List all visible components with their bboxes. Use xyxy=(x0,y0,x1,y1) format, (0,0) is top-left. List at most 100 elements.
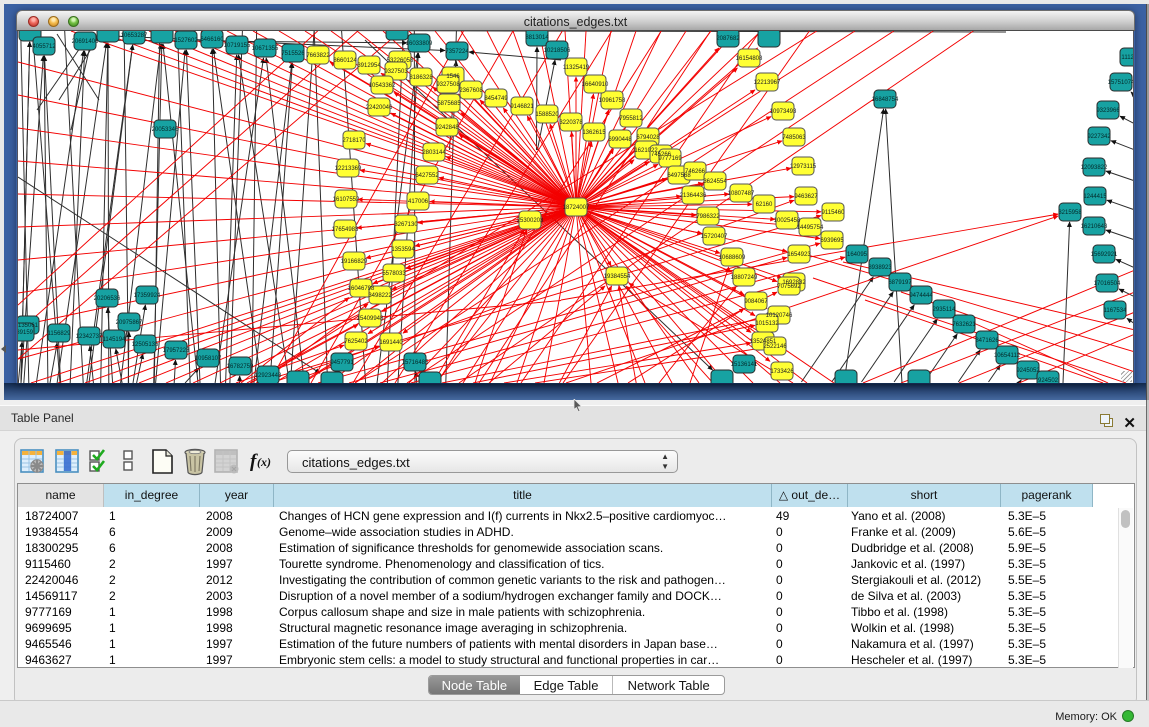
svg-text:6879197: 6879197 xyxy=(888,280,912,286)
svg-text:2522146: 2522146 xyxy=(763,344,787,350)
svg-text:15751074: 15751074 xyxy=(1108,80,1134,86)
svg-text:10719155: 10719155 xyxy=(224,43,251,49)
svg-text:3624554: 3624554 xyxy=(703,179,727,185)
svg-text:8660124: 8660124 xyxy=(333,58,357,64)
svg-text:12093822: 12093822 xyxy=(1081,165,1108,171)
svg-text:20053346: 20053346 xyxy=(152,127,179,133)
svg-text:8471626: 8471626 xyxy=(975,338,999,344)
svg-text:1733426: 1733426 xyxy=(770,369,794,375)
svg-text:9327508: 9327508 xyxy=(436,82,460,88)
svg-text:15720407: 15720407 xyxy=(701,234,728,240)
svg-text:9323966: 9323966 xyxy=(1096,108,1120,114)
svg-text:1015132: 1015132 xyxy=(755,321,779,327)
svg-text:6990448: 6990448 xyxy=(608,137,632,143)
svg-text:17654983: 17654983 xyxy=(332,227,359,233)
svg-text:417006: 417006 xyxy=(408,199,429,205)
svg-text:12342737: 12342737 xyxy=(76,334,103,340)
svg-text:5578033: 5578033 xyxy=(382,271,406,277)
svg-text:339159: 339159 xyxy=(18,330,34,336)
svg-text:12505135: 12505135 xyxy=(132,342,159,348)
svg-text:10654112: 10654112 xyxy=(994,353,1021,359)
svg-text:3220378: 3220378 xyxy=(559,120,583,126)
svg-text:16848754: 16848754 xyxy=(872,97,899,103)
svg-text:17957223: 17957223 xyxy=(163,348,190,354)
svg-text:7986322: 7986322 xyxy=(696,214,720,220)
svg-text:16154808: 16154808 xyxy=(736,56,763,62)
svg-text:20975867: 20975867 xyxy=(116,320,143,326)
svg-text:7075692: 7075692 xyxy=(777,284,801,290)
svg-text:7625402: 7625402 xyxy=(344,339,368,345)
svg-text:9457791: 9457791 xyxy=(330,360,354,366)
svg-text:10688609: 10688609 xyxy=(719,255,746,261)
svg-text:135061: 135061 xyxy=(18,323,39,329)
svg-text:10961758: 10961758 xyxy=(599,98,626,104)
svg-text:1654923: 1654923 xyxy=(787,252,811,258)
svg-text:9242848: 9242848 xyxy=(435,125,459,131)
svg-text:(x): (x) xyxy=(257,455,271,469)
svg-text:9115460: 9115460 xyxy=(822,210,846,216)
svg-text:7515526: 7515526 xyxy=(281,51,305,57)
svg-text:7485063: 7485063 xyxy=(782,135,806,141)
svg-text:6466160: 6466160 xyxy=(200,37,224,43)
svg-text:19166829: 19166829 xyxy=(341,259,368,265)
svg-text:1167534: 1167534 xyxy=(1104,308,1128,314)
svg-text:2087682: 2087682 xyxy=(716,36,740,42)
svg-text:8186328: 8186328 xyxy=(409,75,433,81)
svg-text:18724007: 18724007 xyxy=(563,205,590,211)
svg-text:16210643: 16210643 xyxy=(1081,224,1108,230)
svg-text:1588520: 1588520 xyxy=(535,112,559,118)
svg-text:1527602: 1527602 xyxy=(174,38,198,44)
svg-text:15692921: 15692921 xyxy=(1091,252,1118,258)
svg-text:8813014: 8813014 xyxy=(525,35,549,41)
svg-text:7955812: 7955812 xyxy=(619,116,643,122)
svg-text:10958107: 10958107 xyxy=(195,356,222,362)
svg-text:10807487: 10807487 xyxy=(728,191,755,197)
svg-text:1691440: 1691440 xyxy=(379,340,403,346)
svg-text:2803144: 2803144 xyxy=(422,150,446,156)
svg-text:6939695: 6939695 xyxy=(820,238,844,244)
svg-text:1362615: 1362615 xyxy=(582,130,606,136)
svg-text:5875685: 5875685 xyxy=(437,101,461,107)
svg-text:16033809: 16033809 xyxy=(406,41,433,47)
svg-text:7663822: 7663822 xyxy=(306,53,330,59)
svg-text:14495754: 14495754 xyxy=(797,225,824,231)
svg-text:1156829: 1156829 xyxy=(48,331,72,337)
svg-text:4055712: 4055712 xyxy=(32,44,56,50)
svg-text:6794028: 6794028 xyxy=(636,135,660,141)
svg-text:8454749: 8454749 xyxy=(484,96,508,102)
svg-text:3912954: 3912954 xyxy=(357,63,381,69)
svg-text:12923448: 12923448 xyxy=(255,373,282,379)
svg-text:21364436: 21364436 xyxy=(680,193,707,199)
svg-text:1244415: 1244415 xyxy=(1083,194,1107,200)
svg-text:15409948: 15409948 xyxy=(357,316,384,322)
svg-text:16046798: 16046798 xyxy=(348,286,375,292)
svg-text:18807249: 18807249 xyxy=(731,275,758,281)
svg-text:12213369: 12213369 xyxy=(335,166,362,172)
svg-text:25300203: 25300203 xyxy=(517,218,544,224)
svg-text:7632621: 7632621 xyxy=(952,322,976,328)
svg-text:9474444: 9474444 xyxy=(909,293,933,299)
svg-text:9084067: 9084067 xyxy=(744,299,768,305)
svg-text:10543362: 10543362 xyxy=(369,83,396,89)
svg-text:53226058: 53226058 xyxy=(387,58,414,64)
svg-text:9146821: 9146821 xyxy=(510,104,534,110)
svg-text:10120746: 10120746 xyxy=(766,313,793,319)
svg-text:12213967: 12213967 xyxy=(754,80,781,86)
svg-text:111217: 111217 xyxy=(1121,55,1134,61)
svg-text:746266: 746266 xyxy=(685,169,706,175)
svg-text:164095: 164095 xyxy=(847,252,868,258)
svg-text:12973115: 12973115 xyxy=(790,164,817,170)
svg-text:9227342: 9227342 xyxy=(1087,134,1111,140)
svg-text:17016504: 17016504 xyxy=(1094,281,1121,287)
svg-text:1353594: 1353594 xyxy=(391,247,415,253)
svg-text:3498222: 3498222 xyxy=(368,293,392,299)
svg-text:1546: 1546 xyxy=(446,74,460,80)
svg-text:10973493: 10973493 xyxy=(770,109,797,115)
svg-text:2718170: 2718170 xyxy=(342,138,366,144)
svg-text:2367608: 2367608 xyxy=(459,88,483,94)
svg-text:9777169: 9777169 xyxy=(658,156,682,162)
svg-text:10653287: 10653287 xyxy=(121,33,148,39)
svg-text:16782759: 16782759 xyxy=(227,364,254,370)
svg-text:10671355: 10671355 xyxy=(252,46,279,52)
svg-text:6427552: 6427552 xyxy=(415,173,439,179)
